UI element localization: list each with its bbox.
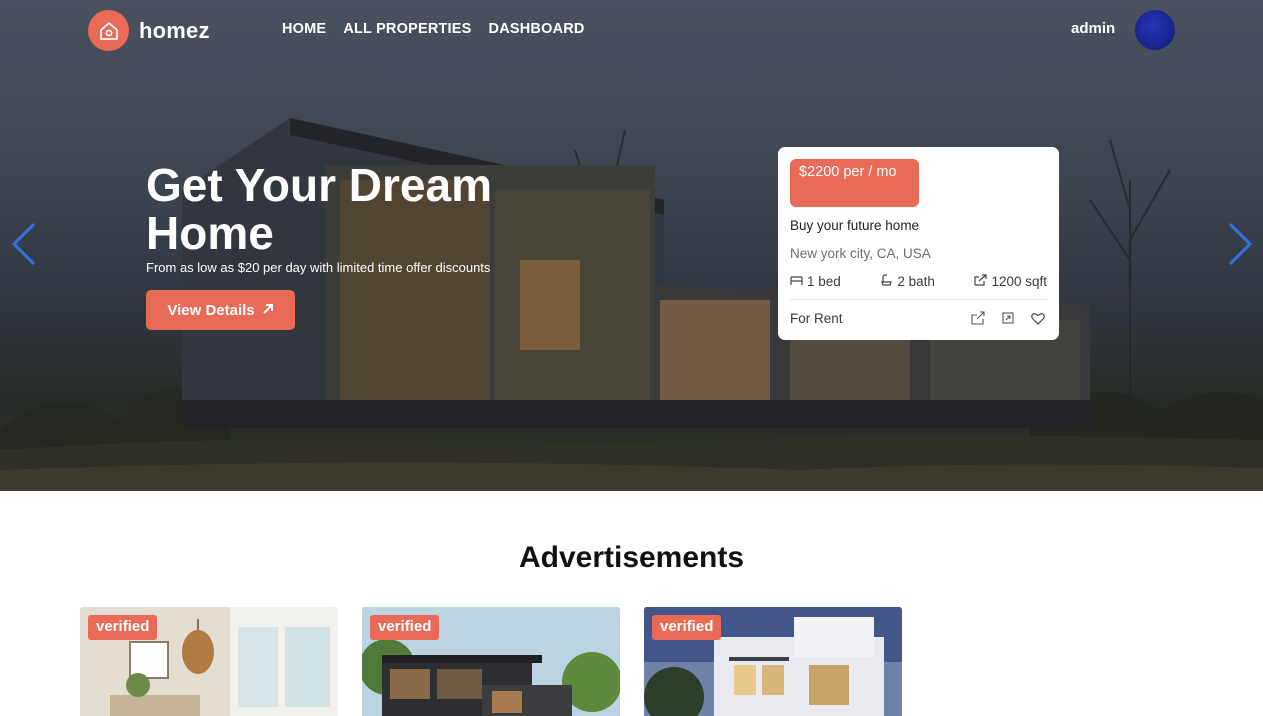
brand-name: homez [139,17,210,43]
heart-icon[interactable] [1031,310,1045,326]
card-actions [971,310,1045,326]
beds-label: 1 bed [807,274,841,289]
property-location: New york city, CA, USA [790,246,931,261]
card-divider [790,299,1047,300]
price-tag: $2200 per / mo [790,159,919,207]
property-specs: 1 bed 2 bath 1200 sqft [790,274,1047,289]
area-label: 1200 sqft [991,274,1047,289]
main-menu: HOME ALL PROPERTIES DASHBOARD [282,21,585,37]
featured-property-card[interactable]: $2200 per / mo Buy your future home New … [778,147,1059,340]
area-spec: 1200 sqft [974,274,1047,289]
carousel-next-arrow-icon[interactable] [1226,222,1254,266]
beds-spec: 1 bed [790,274,841,289]
ad-card[interactable]: verified [644,607,902,716]
expand-icon[interactable] [1001,310,1015,326]
nav-link-all-properties[interactable]: ALL PROPERTIES [343,21,471,37]
advertisements-heading: Advertisements [518,541,745,574]
property-title[interactable]: Buy your future home [790,218,919,233]
user-avatar[interactable] [1135,10,1175,50]
arrow-up-right-icon [262,302,274,319]
nav-link-home[interactable]: HOME [282,21,326,37]
verified-badge: verified [370,615,440,640]
hero-banner: homez HOME ALL PROPERTIES DASHBOARD admi… [0,0,1263,491]
verified-badge: verified [652,615,722,640]
hero-subtitle: From as low as $20 per day with limited … [146,260,491,275]
ad-card[interactable]: verified [362,607,620,716]
user-name[interactable]: admin [1071,20,1115,37]
hero-title: Get Your Dream Home [146,159,492,259]
shower-icon [880,274,893,289]
share-icon[interactable] [971,310,985,326]
baths-label: 2 bath [897,274,935,289]
ad-card[interactable]: verified [80,607,338,716]
bed-icon [790,274,803,289]
listing-status: For Rent [790,311,843,326]
baths-spec: 2 bath [880,274,935,289]
carousel-prev-arrow-icon[interactable] [10,222,38,266]
nav-link-dashboard[interactable]: DASHBOARD [489,21,585,37]
top-navbar: homez HOME ALL PROPERTIES DASHBOARD admi… [0,0,1263,62]
house-logo-icon [88,10,129,51]
verified-badge: verified [88,615,158,640]
view-details-label: View Details [167,301,255,319]
area-expand-icon [974,274,988,289]
brand-logo[interactable]: homez [88,10,210,51]
view-details-button[interactable]: View Details [146,290,295,330]
